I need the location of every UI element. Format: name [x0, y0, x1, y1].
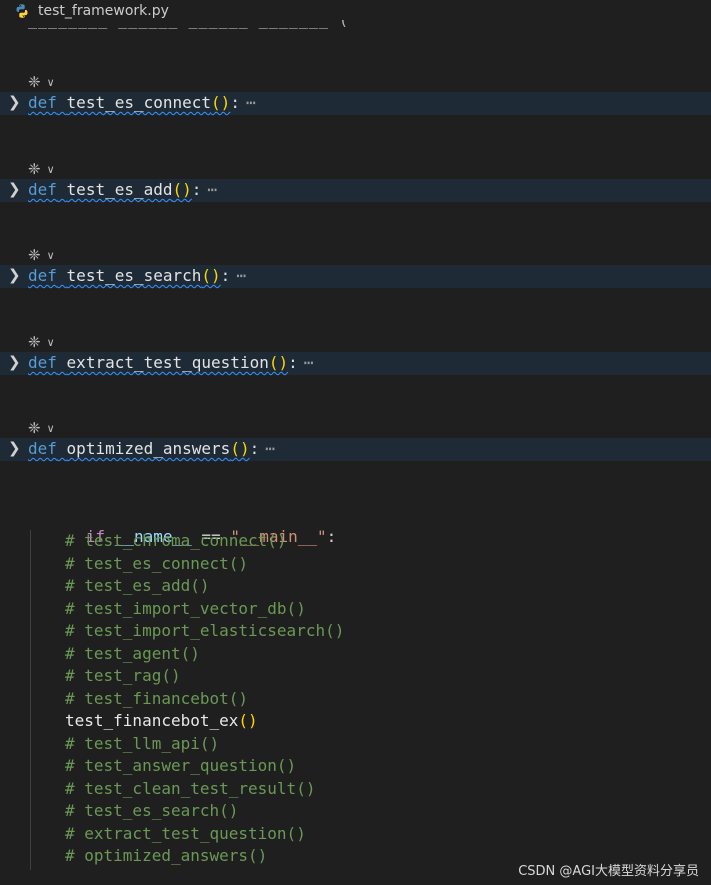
- colon: :: [326, 527, 337, 546]
- function-name: test_es_add: [66, 180, 173, 199]
- folded-ellipsis[interactable]: ⋯: [207, 180, 217, 199]
- parens: (): [201, 266, 221, 285]
- comment-text: # extract_test_question(): [65, 824, 306, 843]
- watermark: CSDN @AGI大模型资料分享员: [518, 864, 699, 879]
- python-file-icon: [16, 4, 28, 18]
- comment-text: # test_agent(): [65, 644, 200, 663]
- codelens-hint[interactable]: ❈ ∨: [28, 160, 55, 178]
- comment-text: # test_es_connect(): [65, 554, 249, 573]
- folded-ellipsis[interactable]: ⋯: [236, 266, 246, 285]
- comment-line[interactable]: # test_es_add(): [65, 576, 210, 595]
- function-signature: def extract_test_question(): ⋯: [28, 353, 313, 372]
- comment-line[interactable]: # test_llm_api(): [65, 734, 219, 753]
- sparkle-icon[interactable]: ❈: [28, 419, 41, 437]
- colon: :: [220, 266, 231, 285]
- comment-line[interactable]: # test_clean_test_result(): [65, 779, 315, 798]
- folded-def-line[interactable]: ❯ def test_es_connect(): ⋯: [0, 92, 711, 115]
- colon: :: [288, 353, 298, 372]
- codelens-hint[interactable]: ❈ ∨: [28, 333, 55, 351]
- colon: :: [230, 93, 240, 112]
- chevron-down-icon[interactable]: ∨: [47, 76, 55, 89]
- folded-ellipsis[interactable]: ⋯: [265, 439, 275, 458]
- comment-text: # test_chroma_connect(): [65, 531, 287, 550]
- folded-def-line[interactable]: ❯ def extract_test_question(): ⋯: [0, 352, 711, 375]
- chevron-down-icon[interactable]: ∨: [47, 422, 55, 435]
- def-keyword: def: [28, 439, 57, 458]
- comment-line[interactable]: # test_agent(): [65, 644, 200, 663]
- comment-line[interactable]: # optimized_answers(): [65, 846, 267, 865]
- chevron-down-icon[interactable]: ∨: [47, 249, 55, 262]
- indent-guide: [30, 530, 31, 870]
- diagnostic-squiggle: def optimized_answers(): [28, 439, 250, 458]
- comment-text: # test_llm_api(): [65, 734, 220, 753]
- function-signature: def test_es_search(): ⋯: [28, 266, 246, 285]
- folded-ellipsis[interactable]: ⋯: [304, 353, 314, 372]
- sparkle-icon[interactable]: ❈: [28, 73, 41, 91]
- sparkle-icon[interactable]: ❈: [28, 160, 41, 178]
- diagnostic-squiggle: def test_es_connect(): [28, 93, 230, 112]
- comment-text: # test_financebot(): [65, 689, 249, 708]
- comment-text: # test_import_vector_db(): [65, 599, 306, 618]
- comment-line[interactable]: # test_answer_question(): [65, 756, 296, 775]
- folded-def-line[interactable]: ❯ def test_es_add(): ⋯: [0, 179, 711, 202]
- function-signature: def test_es_add(): ⋯: [28, 180, 217, 199]
- comment-text: # test_import_elasticsearch(): [65, 621, 345, 640]
- diagnostic-squiggle: def test_es_add(): [28, 180, 192, 199]
- parens: (): [268, 353, 289, 372]
- function-name: optimized_answers: [66, 439, 231, 458]
- sparkle-icon[interactable]: ❈: [28, 246, 41, 264]
- chevron-down-icon[interactable]: ∨: [47, 336, 55, 349]
- chevron-right-icon[interactable]: ❯: [8, 439, 21, 457]
- codelens-hint[interactable]: ❈ ∨: [28, 246, 55, 264]
- comment-text: # test_clean_test_result(): [65, 779, 316, 798]
- function-signature: def optimized_answers(): ⋯: [28, 439, 275, 458]
- comment-text: # test_rag(): [65, 666, 181, 685]
- colon: :: [249, 439, 260, 458]
- call-line[interactable]: test_financebot_ex(): [65, 711, 258, 730]
- comment-line[interactable]: # test_es_connect(): [65, 554, 248, 573]
- tab-filename: test_framework.py: [38, 3, 169, 19]
- sparkle-icon[interactable]: ❈: [28, 333, 41, 351]
- comment-line[interactable]: # extract_test_question(): [65, 824, 306, 843]
- chevron-right-icon[interactable]: ❯: [8, 353, 21, 371]
- def-keyword: def: [28, 93, 57, 112]
- comment-line[interactable]: # test_financebot(): [65, 689, 248, 708]
- function-name: extract_test_question: [66, 353, 269, 372]
- folded-def-line[interactable]: ❯ def optimized_answers(): ⋯: [0, 438, 711, 461]
- comment-text: # optimized_answers(): [65, 846, 268, 865]
- codelens-hint[interactable]: ❈ ∨: [28, 419, 55, 437]
- diagnostic-squiggle: def test_es_search(): [28, 266, 221, 285]
- function-signature: def test_es_connect(): ⋯: [28, 93, 256, 112]
- chevron-down-icon[interactable]: ∨: [47, 163, 55, 176]
- comment-line[interactable]: # test_import_vector_db(): [65, 599, 306, 618]
- def-keyword: def: [28, 266, 57, 285]
- chevron-right-icon[interactable]: ❯: [8, 93, 21, 111]
- comment-line[interactable]: # test_es_search(): [65, 801, 238, 820]
- folded-def-line[interactable]: ❯ def test_es_search(): ⋯: [0, 265, 711, 288]
- call-name: test_financebot_ex: [65, 711, 239, 730]
- codelens-hint[interactable]: ❈ ∨: [28, 73, 55, 91]
- function-name: test_es_search: [66, 266, 202, 285]
- colon: :: [191, 180, 202, 199]
- parens: (): [238, 711, 258, 730]
- comment-text: # test_answer_question(): [65, 756, 297, 775]
- parens: (): [211, 93, 231, 112]
- diagnostic-squiggle: def extract_test_question(): [28, 353, 288, 372]
- def-keyword: def: [28, 180, 57, 199]
- parens: (): [172, 180, 192, 199]
- parens: (): [230, 439, 250, 458]
- folded-ellipsis[interactable]: ⋯: [246, 93, 256, 112]
- def-keyword: def: [28, 353, 57, 372]
- scrolled-line-remnant: ________ ______ ______ _______ (: [28, 20, 349, 29]
- code-editor[interactable]: test_framework.py ________ ______ ______…: [0, 0, 711, 885]
- chevron-right-icon[interactable]: ❯: [8, 266, 21, 284]
- comment-line[interactable]: # test_chroma_connect(): [65, 531, 287, 550]
- chevron-right-icon[interactable]: ❯: [8, 180, 21, 198]
- comment-text: # test_es_add(): [65, 576, 210, 595]
- comment-text: # test_es_search(): [65, 801, 239, 820]
- comment-line[interactable]: # test_rag(): [65, 666, 181, 685]
- comment-line[interactable]: # test_import_elasticsearch(): [65, 621, 344, 640]
- function-name: test_es_connect: [66, 93, 212, 112]
